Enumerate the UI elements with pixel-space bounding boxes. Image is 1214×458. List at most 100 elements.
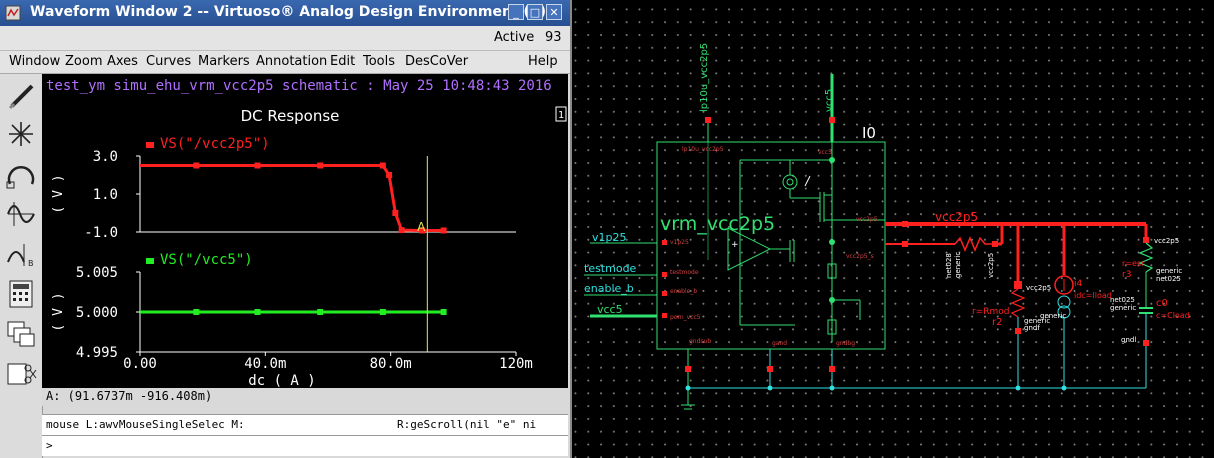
cell-name: vrm_vcc2p5 (660, 213, 775, 235)
command-prompt: > (46, 439, 53, 452)
svg-text:B: B (28, 259, 34, 268)
app-icon (5, 5, 21, 21)
data-point (193, 309, 200, 315)
label-r-mod: r=Rmod (972, 307, 1009, 317)
data-point (398, 227, 405, 234)
pin-v1p25-label: v1p25 (592, 231, 627, 244)
y-tick-label: 3.0 (93, 149, 118, 165)
mouse-left-text: mouse L:awvMouseSingleSelec M: (46, 418, 245, 431)
data-point (317, 162, 324, 169)
strip-icon[interactable]: B (4, 238, 38, 270)
inner-vcc2p5: vcc2p5 (856, 216, 878, 223)
menu-help[interactable]: Help (528, 54, 558, 69)
page-number[interactable]: 1 (558, 110, 564, 121)
data-point (254, 162, 261, 169)
data-point (440, 227, 447, 234)
pin-vcc5-in-label: vcc5 (597, 303, 623, 316)
data-point (386, 172, 393, 178)
minimize-button[interactable]: _ (508, 4, 524, 20)
menu-zoom[interactable]: Zoom (65, 54, 102, 69)
label-c0: c0 (1156, 298, 1168, 309)
y-tick-label: 4.995 (76, 345, 118, 361)
status-number: 93 (545, 30, 562, 45)
y-axis-label-2: ( V ) (51, 292, 66, 331)
mouse-status-line: mouse L:awvMouseSingleSelec M: R:geScrol… (42, 414, 568, 436)
mouse-right-text: R:geScroll(nil "e" ni (397, 418, 537, 431)
menu-edit[interactable]: Edit (330, 54, 355, 69)
plot-area[interactable]: test_ym simu_ehu_vrm_vcc2p5 schematic : … (42, 74, 568, 389)
label-i4: i4 (1074, 279, 1083, 289)
menu-tools[interactable]: Tools (363, 54, 395, 69)
label-gndf: gndf (1024, 324, 1040, 332)
label-generic-5: generic (1110, 304, 1136, 312)
menu-axes[interactable]: Axes (107, 54, 138, 69)
svg-text:+: + (731, 240, 739, 250)
plot-svg[interactable]: test_ym simu_ehu_vrm_vcc2p5 schematic : … (42, 74, 568, 389)
x-axis-label: dc ( A ) (248, 373, 315, 388)
windows-icon[interactable] (4, 318, 38, 350)
inner-vcc2p5-s: vcc2p5_s (846, 253, 874, 260)
label-net028: net028 (945, 253, 953, 278)
data-point (379, 309, 386, 315)
pen-icon[interactable] (4, 80, 38, 112)
instance-id: I0 (862, 124, 876, 142)
plot-header: test_ym simu_ehu_vrm_vcc2p5 schematic : … (46, 78, 552, 94)
data-point (193, 162, 200, 169)
label-vcc2p5-small: vcc2p5 (987, 253, 995, 278)
inner-v1p25: v1p25 (670, 239, 689, 246)
title-bar[interactable]: Waveform Window 2 -- Virtuoso® Analog De… (0, 0, 570, 26)
sine-icon[interactable] (4, 198, 38, 230)
inner-vcc5: vcc5 (818, 149, 832, 156)
menu-markers[interactable]: Markers (198, 54, 250, 69)
data-point (440, 309, 447, 315)
inner-porn: porn_vcc5 (670, 314, 701, 321)
close-button[interactable]: ✕ (546, 4, 562, 20)
inner-gndbg: gndbg (836, 340, 855, 347)
label-r3: r3 (1122, 270, 1131, 280)
inner-testmode: testmode (670, 269, 699, 276)
marker-readout: A: (91.6737m -916.408m) (46, 389, 213, 403)
inner-gndsub: gndsub (689, 338, 711, 345)
data-point (392, 210, 399, 216)
menu-annotation[interactable]: Annotation (256, 54, 327, 69)
inner-lp10u: lp10u_vcc2p5 (682, 146, 724, 153)
scissors-icon[interactable] (4, 358, 38, 390)
inner-enable-b: enable_b (670, 288, 697, 295)
menu-window[interactable]: Window (9, 54, 60, 69)
undo-arc-icon[interactable] (4, 158, 38, 190)
menu-curves[interactable]: Curves (146, 54, 191, 69)
label-gndl: gndl (1121, 336, 1136, 344)
label-r-esr: r=esr (1122, 259, 1145, 268)
pin-vcc5-top-label: vcc5 (824, 89, 835, 112)
waveform-window[interactable]: Waveform Window 2 -- Virtuoso® Analog De… (0, 0, 572, 458)
y-axis-label-1: ( V ) (51, 174, 66, 213)
marker-label: A (417, 220, 426, 234)
label-generic-3: generic (1040, 312, 1066, 320)
command-line[interactable]: > (42, 436, 568, 456)
data-point (317, 309, 324, 315)
status-row: Active 93 (0, 26, 570, 51)
label-generic-1: generic (954, 252, 962, 278)
x-tick-label: 40.0m (244, 356, 286, 372)
pin-lp10u-label: lp10u_vcc2p5 (699, 43, 710, 112)
menu-bar: Window Zoom Axes Curves Markers Annotati… (0, 51, 570, 74)
y-tick-label: 5.000 (76, 305, 118, 321)
maximize-button[interactable]: □ (527, 4, 543, 20)
plot-title: DC Response (241, 107, 340, 125)
menu-descover[interactable]: DesCoVer (405, 54, 468, 69)
snowflake-icon[interactable] (4, 118, 38, 150)
label-c-cload: c=Cload (1156, 311, 1190, 320)
calculator-icon[interactable] (4, 278, 38, 310)
x-tick-label: 80.0m (370, 356, 412, 372)
net-vcc2p5-label: vcc2p5 (935, 210, 978, 224)
legend-label-2: VS("/vcc5") (160, 252, 253, 268)
legend-swatch-2 (146, 258, 154, 264)
label-idc: idc=Iload (1074, 291, 1112, 300)
data-point (254, 309, 261, 315)
inner-gand: gand (772, 340, 787, 347)
tool-palette: B (0, 74, 43, 458)
x-tick-label: 120m (499, 356, 533, 372)
label-vcc2p5-iload: vcc2p5 (1026, 284, 1051, 292)
x-tick-label: 0.00 (123, 356, 157, 372)
series-line-1 (140, 164, 444, 232)
